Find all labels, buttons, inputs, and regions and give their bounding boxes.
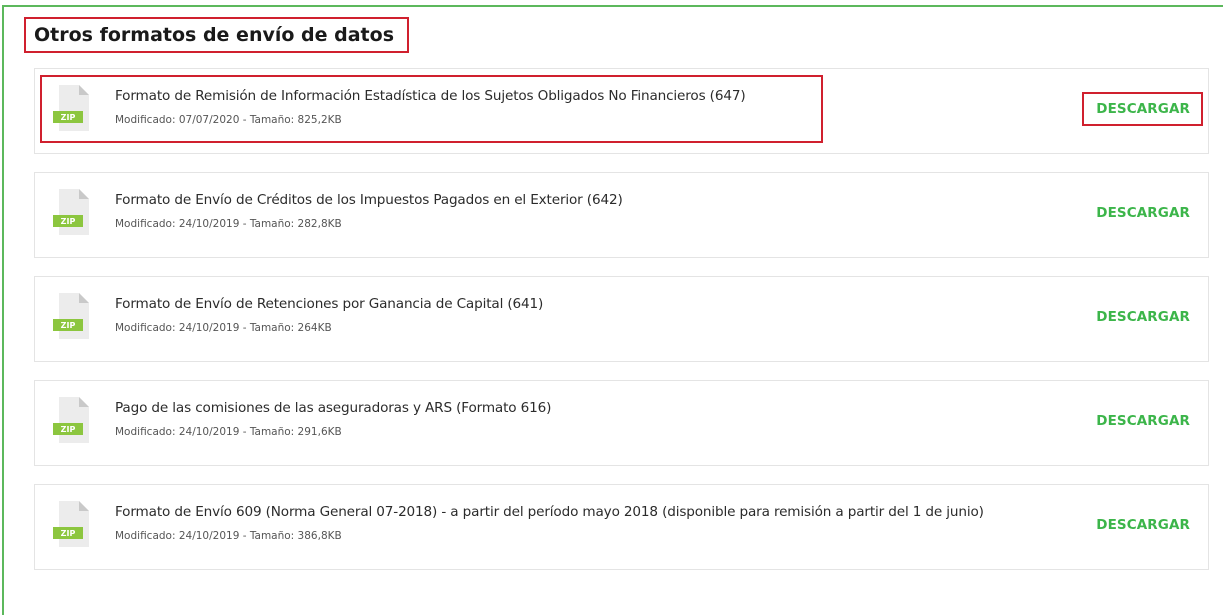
zip-badge-label: ZIP bbox=[61, 321, 76, 330]
zip-badge-label: ZIP bbox=[61, 217, 76, 226]
file-item: ZIP Formato de Envío 609 (Norma General … bbox=[34, 484, 1209, 570]
zip-file-icon[interactable]: ZIP bbox=[53, 501, 93, 547]
download-button[interactable]: DESCARGAR bbox=[1096, 517, 1190, 533]
zip-file-icon[interactable]: ZIP bbox=[53, 293, 93, 339]
zip-file-icon[interactable]: ZIP bbox=[53, 397, 93, 443]
zip-badge-label: ZIP bbox=[61, 425, 76, 434]
download-button[interactable]: DESCARGAR bbox=[1096, 309, 1190, 325]
download-button[interactable]: DESCARGAR bbox=[1096, 205, 1190, 221]
file-meta: Modificado: 24/10/2019 - Tamaño: 386,8KB bbox=[115, 530, 342, 542]
file-title[interactable]: Formato de Remisión de Información Estad… bbox=[115, 88, 746, 104]
file-meta: Modificado: 24/10/2019 - Tamaño: 282,8KB bbox=[115, 218, 342, 230]
download-button[interactable]: DESCARGAR bbox=[1096, 413, 1190, 429]
zip-badge-label: ZIP bbox=[61, 113, 76, 122]
download-button[interactable]: DESCARGAR bbox=[1096, 101, 1190, 117]
file-item: ZIP Formato de Envío de Retenciones por … bbox=[34, 276, 1209, 362]
file-item: ZIP Formato de Remisión de Información E… bbox=[34, 68, 1209, 154]
file-item: ZIP Formato de Envío de Créditos de los … bbox=[34, 172, 1209, 258]
file-title[interactable]: Pago de las comisiones de las asegurador… bbox=[115, 400, 551, 416]
file-title[interactable]: Formato de Envío 609 (Norma General 07-2… bbox=[115, 504, 984, 520]
file-meta: Modificado: 24/10/2019 - Tamaño: 291,6KB bbox=[115, 426, 342, 438]
section-title: Otros formatos de envío de datos bbox=[24, 17, 409, 53]
file-item: ZIP Pago de las comisiones de las asegur… bbox=[34, 380, 1209, 466]
zip-badge-label: ZIP bbox=[61, 529, 76, 538]
file-meta: Modificado: 07/07/2020 - Tamaño: 825,2KB bbox=[115, 114, 342, 126]
zip-file-icon[interactable]: ZIP bbox=[53, 189, 93, 235]
file-title[interactable]: Formato de Envío de Retenciones por Gana… bbox=[115, 296, 543, 312]
file-meta: Modificado: 24/10/2019 - Tamaño: 264KB bbox=[115, 322, 332, 334]
zip-file-icon[interactable]: ZIP bbox=[53, 85, 93, 131]
file-title[interactable]: Formato de Envío de Créditos de los Impu… bbox=[115, 192, 623, 208]
